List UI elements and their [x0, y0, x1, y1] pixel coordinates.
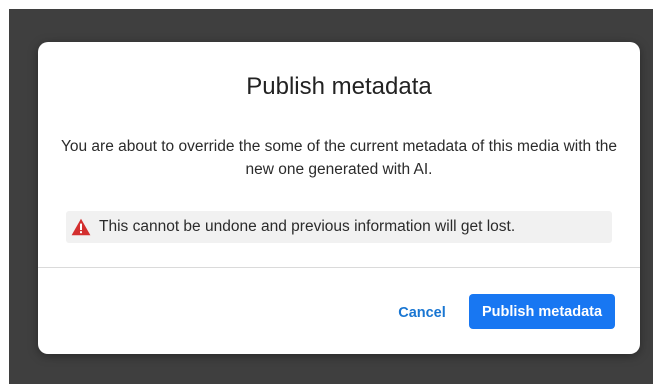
dialog-title: Publish metadata: [246, 73, 432, 100]
dialog-divider: [38, 267, 640, 268]
publish-metadata-button[interactable]: Publish metadata: [469, 294, 615, 329]
publish-metadata-dialog: Publish metadata You are about to overri…: [38, 42, 640, 354]
warning-triangle-icon: [71, 218, 91, 236]
dialog-message: You are about to override the some of th…: [60, 138, 618, 178]
warning-text: This cannot be undone and previous infor…: [99, 218, 516, 235]
warning-banner: This cannot be undone and previous infor…: [66, 211, 612, 243]
cancel-button[interactable]: Cancel: [390, 296, 454, 330]
